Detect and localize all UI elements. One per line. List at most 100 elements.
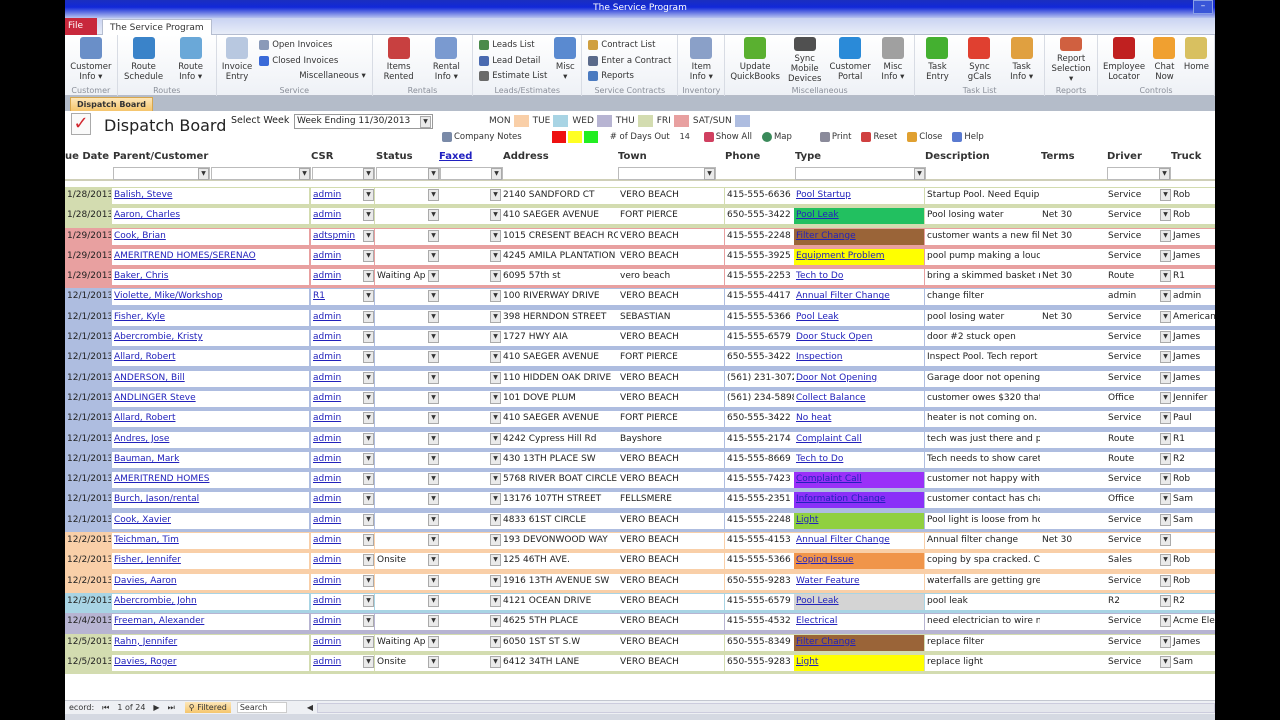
cell-customer[interactable]: ANDLINGER Steve — [112, 390, 309, 407]
chevron-down-icon[interactable]: ▼ — [490, 209, 501, 222]
chevron-down-icon[interactable]: ▼ — [428, 594, 439, 607]
chevron-down-icon[interactable]: ▼ — [363, 310, 374, 323]
ribbon-small-button[interactable]: Contract List — [588, 37, 671, 53]
chevron-down-icon[interactable]: ▼ — [198, 168, 209, 180]
cell-driver[interactable]: Route ▼ — [1106, 431, 1171, 448]
cell-status[interactable]: ▼ — [375, 208, 439, 225]
chevron-down-icon[interactable]: ▼ — [363, 615, 374, 628]
chevron-down-icon[interactable]: ▼ — [1160, 249, 1171, 262]
cell-type[interactable]: Collect Balance — [794, 390, 924, 407]
cell-type[interactable]: Door Stuck Open — [794, 330, 924, 347]
chevron-down-icon[interactable]: ▼ — [1160, 371, 1171, 384]
chevron-down-icon[interactable]: ▼ — [490, 310, 501, 323]
tab-the-service-program[interactable]: The Service Program — [102, 19, 212, 36]
cell-csr[interactable]: admin ▼ — [311, 654, 374, 671]
cell-type[interactable]: Coping Issue — [794, 553, 924, 570]
chevron-down-icon[interactable]: ▼ — [363, 168, 374, 180]
chevron-down-icon[interactable]: ▼ — [420, 116, 431, 128]
chevron-down-icon[interactable]: ▼ — [428, 270, 439, 283]
chevron-down-icon[interactable]: ▼ — [490, 351, 501, 364]
chevron-down-icon[interactable]: ▼ — [1160, 432, 1171, 445]
chevron-down-icon[interactable]: ▼ — [428, 351, 439, 364]
map-button[interactable]: Map — [761, 132, 792, 142]
ribbon-button[interactable]: Route Info ▾ — [167, 37, 213, 84]
chevron-down-icon[interactable]: ▼ — [428, 513, 439, 526]
cell-csr[interactable]: admin ▼ — [311, 269, 374, 286]
ribbon-small-button[interactable]: Leads List — [479, 37, 547, 53]
chevron-down-icon[interactable]: ▼ — [428, 331, 439, 344]
chevron-down-icon[interactable]: ▼ — [490, 229, 501, 242]
cell-status[interactable]: ▼ — [375, 330, 439, 347]
chevron-down-icon[interactable]: ▼ — [363, 331, 374, 344]
cell-faxed[interactable]: ▼ — [439, 573, 501, 590]
ribbon-button[interactable]: Task Info ▾ — [1001, 37, 1042, 84]
chevron-down-icon[interactable]: ▼ — [1160, 412, 1171, 425]
cell-csr[interactable]: admin ▼ — [311, 431, 374, 448]
ribbon-button[interactable]: Report Selection ▾ — [1047, 37, 1095, 84]
chevron-down-icon[interactable]: ▼ — [1160, 554, 1171, 567]
cell-status[interactable]: Onsite ▼ — [375, 654, 439, 671]
cell-csr[interactable]: admin ▼ — [311, 634, 374, 651]
cell-csr[interactable]: admin ▼ — [311, 208, 374, 225]
chevron-down-icon[interactable]: ▼ — [1160, 189, 1171, 201]
cell-faxed[interactable]: ▼ — [439, 472, 501, 489]
cell-faxed[interactable]: ▼ — [439, 228, 501, 245]
chevron-down-icon[interactable]: ▼ — [363, 189, 374, 201]
chevron-down-icon[interactable]: ▼ — [363, 290, 374, 303]
chevron-down-icon[interactable]: ▼ — [1160, 655, 1171, 668]
chevron-down-icon[interactable]: ▼ — [363, 391, 374, 404]
ribbon-button[interactable]: Update QuickBooks — [727, 37, 783, 84]
cell-type[interactable]: Pool Startup — [794, 188, 924, 204]
chevron-down-icon[interactable]: ▼ — [428, 554, 439, 567]
cell-driver[interactable]: Service ▼ — [1106, 512, 1171, 529]
cell-csr[interactable]: admin ▼ — [311, 553, 374, 570]
cell-status[interactable]: ▼ — [375, 512, 439, 529]
chevron-down-icon[interactable]: ▼ — [363, 655, 374, 668]
cell-faxed[interactable]: ▼ — [439, 431, 501, 448]
table-row[interactable]: 12/1/2013 Allard, Robert admin ▼ ▼ ▼ 410 SAEGE… — [65, 349, 1215, 370]
table-row[interactable]: 1/28/2013 Aaron, Charles admin ▼ ▼ ▼ 410 SAEGE… — [65, 207, 1215, 228]
chevron-down-icon[interactable]: ▼ — [491, 168, 502, 180]
table-row[interactable]: 12/1/2013 Abercrombie, Kristy admin ▼ ▼ ▼ 1727… — [65, 329, 1215, 350]
chevron-down-icon[interactable]: ▼ — [428, 209, 439, 222]
ribbon-small-button[interactable]: Closed Invoices — [259, 53, 366, 69]
chevron-down-icon[interactable]: ▼ — [428, 249, 439, 262]
cell-type[interactable]: No heat — [794, 411, 924, 428]
cell-csr[interactable]: admin ▼ — [311, 512, 374, 529]
cell-csr[interactable]: admin ▼ — [311, 614, 374, 631]
cell-faxed[interactable]: ▼ — [439, 533, 501, 550]
print-button[interactable]: Print — [819, 132, 851, 142]
chevron-down-icon[interactable]: ▼ — [1160, 351, 1171, 364]
next-record-icon[interactable]: ▶ — [153, 703, 159, 712]
cell-status[interactable]: ▼ — [375, 188, 439, 204]
cell-csr[interactable]: admin ▼ — [311, 533, 374, 550]
cell-driver[interactable]: Service ▼ — [1106, 309, 1171, 326]
status-color-button[interactable] — [567, 131, 582, 143]
ribbon-small-button[interactable]: Lead Detail — [479, 53, 547, 69]
cell-csr[interactable]: admin ▼ — [311, 451, 374, 468]
ribbon-button[interactable]: Employee Locator — [1100, 37, 1148, 84]
minimize-button[interactable]: – — [1193, 0, 1213, 14]
chevron-down-icon[interactable]: ▼ — [490, 189, 501, 201]
cell-faxed[interactable]: ▼ — [439, 248, 501, 265]
cell-customer[interactable]: Burch, Jason/rental — [112, 492, 309, 509]
table-row[interactable]: 1/29/2013 Cook, Brian adtspmin ▼ ▼ ▼ 1015 CRES… — [65, 227, 1215, 248]
cell-driver[interactable]: Route ▼ — [1106, 269, 1171, 286]
cell-csr[interactable]: adtspmin ▼ — [311, 228, 374, 245]
record-position[interactable]: 1 of 24 — [117, 703, 145, 712]
chevron-down-icon[interactable]: ▼ — [1160, 513, 1171, 526]
table-row[interactable]: 12/1/2013 Andres, Jose admin ▼ ▼ ▼ 4242 Cypres… — [65, 430, 1215, 451]
chevron-down-icon[interactable]: ▼ — [428, 229, 439, 242]
chevron-down-icon[interactable]: ▼ — [490, 554, 501, 567]
chevron-down-icon[interactable]: ▼ — [490, 452, 501, 465]
cell-customer[interactable]: Cook, Brian — [112, 228, 309, 245]
chevron-down-icon[interactable]: ▼ — [490, 249, 501, 262]
table-row[interactable]: 12/2/2013 Fisher, Jennifer admin ▼ Onsite ▼ ▼ 1… — [65, 552, 1215, 573]
cell-status[interactable]: ▼ — [375, 593, 439, 610]
cell-driver[interactable]: Service ▼ — [1106, 533, 1171, 550]
first-record-icon[interactable]: ⏮ — [102, 703, 109, 713]
chevron-down-icon[interactable]: ▼ — [428, 168, 439, 180]
cell-csr[interactable]: admin ▼ — [311, 350, 374, 367]
table-row[interactable]: 12/1/2013 ANDLINGER Steve admin ▼ ▼ ▼ 101 DOVE… — [65, 389, 1215, 411]
chevron-down-icon[interactable]: ▼ — [428, 534, 439, 547]
